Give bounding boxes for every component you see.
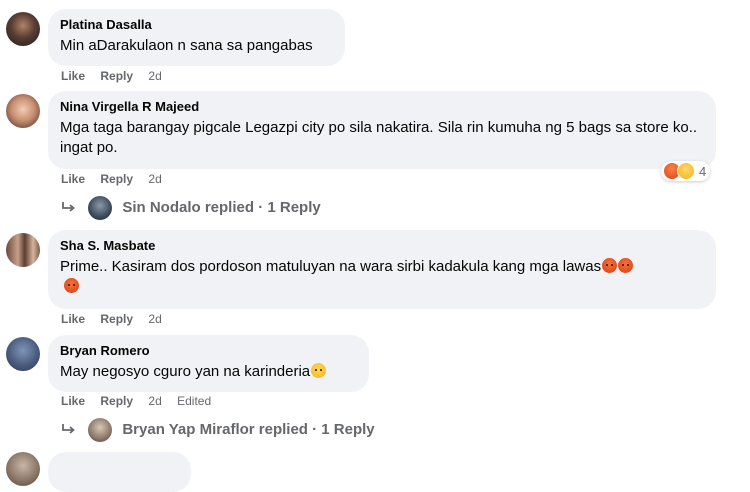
comment-timestamp[interactable]: 2d	[148, 69, 161, 83]
comment-bubble: Nina Virgella R Majeed Mga taga barangay…	[48, 91, 716, 169]
reaction-summary[interactable]: 4	[661, 161, 711, 181]
comment-text-content: May negosyo cguro yan na karinderia	[60, 363, 311, 380]
comment-bubble	[48, 452, 191, 492]
avatar[interactable]	[6, 452, 40, 486]
avatar[interactable]	[6, 12, 40, 46]
comment-author[interactable]: Nina Virgella R Majeed	[60, 99, 704, 115]
angry-face-icon	[64, 278, 79, 293]
comment-author[interactable]: Sha S. Masbate	[60, 238, 704, 254]
comment-actions: Like Reply 2d	[61, 171, 174, 187]
edited-label: Edited	[177, 394, 212, 408]
avatar	[88, 196, 113, 221]
comment-bubble: Sha S. Masbate Prime.. Kasiram dos pordo…	[48, 230, 716, 309]
avatar[interactable]	[6, 94, 40, 128]
avatar[interactable]	[6, 233, 40, 267]
like-button[interactable]: Like	[61, 394, 85, 408]
reply-arrow-icon	[62, 202, 75, 212]
comment-text: Prime.. Kasiram dos pordoson matuluyan n…	[60, 257, 704, 297]
comment-timestamp[interactable]: 2d	[148, 394, 161, 408]
comment-actions: Like Reply 2d	[61, 68, 174, 84]
reply-button[interactable]: Reply	[100, 394, 133, 408]
angry-face-icon	[618, 258, 634, 273]
angry-face-icon	[602, 258, 618, 273]
comment-timestamp[interactable]: 2d	[148, 172, 161, 186]
avatar[interactable]	[6, 337, 40, 371]
reaction-count: 4	[699, 163, 707, 179]
comment-text: Mga taga barangay pigcale Legazpi city p…	[60, 119, 698, 156]
replies-label[interactable]: Sin Nodalo replied · 1 Reply	[122, 199, 320, 216]
replies-label[interactable]: Bryan Yap Miraflor replied · 1 Reply	[122, 421, 374, 438]
comment-text: May negosyo cguro yan na karinderia	[60, 362, 357, 382]
view-replies-link[interactable]: Sin Nodalo replied · 1 Reply	[62, 196, 321, 221]
comment-timestamp[interactable]: 2d	[148, 312, 161, 326]
avatar	[88, 418, 113, 443]
comment-actions: Like Reply 2d Edited	[61, 393, 211, 409]
reply-button[interactable]: Reply	[100, 312, 133, 326]
comment-bubble: Bryan Romero May negosyo cguro yan na ka…	[48, 335, 369, 392]
comment-text-content: Prime.. Kasiram dos pordoson matuluyan n…	[60, 258, 602, 275]
reply-arrow-icon	[62, 424, 75, 434]
comment-actions: Like Reply 2d	[61, 311, 174, 327]
comment-text: Min aDarakulaon n sana sa pangabas	[60, 37, 313, 54]
reply-button[interactable]: Reply	[100, 172, 133, 186]
view-replies-link[interactable]: Bryan Yap Miraflor replied · 1 Reply	[62, 418, 375, 443]
reply-button[interactable]: Reply	[100, 69, 133, 83]
like-button[interactable]: Like	[61, 312, 85, 326]
comment-author[interactable]: Platina Dasalla	[60, 17, 333, 33]
comment-bubble: Platina Dasalla Min aDarakulaon n sana s…	[48, 9, 345, 66]
rolling-laughing-face-icon	[311, 363, 327, 378]
like-button[interactable]: Like	[61, 69, 85, 83]
sad-reaction-icon	[677, 162, 695, 180]
comment-author[interactable]: Bryan Romero	[60, 343, 357, 359]
like-button[interactable]: Like	[61, 172, 85, 186]
